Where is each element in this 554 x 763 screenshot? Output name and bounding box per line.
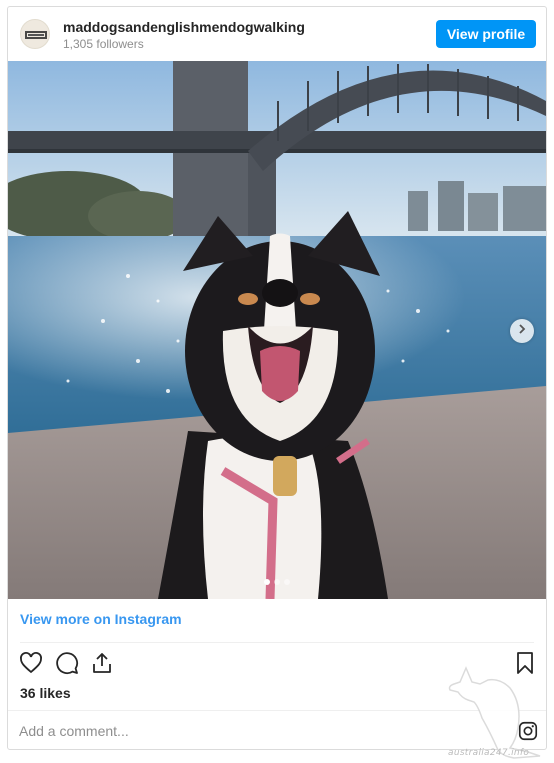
carousel-dot-active	[264, 579, 270, 585]
carousel-dot	[274, 579, 280, 585]
chevron-right-icon	[516, 322, 528, 340]
divider	[20, 642, 534, 643]
share-icon[interactable]	[88, 649, 116, 677]
comment-input[interactable]	[19, 719, 419, 743]
profile-avatar[interactable]	[20, 19, 50, 49]
view-more-link[interactable]: View more on Instagram	[20, 611, 182, 627]
comment-icon[interactable]	[53, 649, 81, 677]
post-header: maddogsandenglishmendogwalking 1,305 fol…	[8, 7, 546, 61]
carousel-next-button[interactable]	[510, 319, 534, 343]
heart-icon[interactable]	[17, 649, 45, 677]
carousel-indicator	[264, 579, 290, 585]
like-count: 36 likes	[20, 685, 71, 701]
instagram-embed-card: maddogsandenglishmendogwalking 1,305 fol…	[7, 6, 547, 750]
carousel-dot	[284, 579, 290, 585]
dog-at-harbour-photo	[8, 61, 546, 599]
follower-count: 1,305 followers	[63, 37, 144, 51]
view-profile-button[interactable]: View profile	[436, 20, 536, 48]
post-photo[interactable]	[8, 61, 546, 599]
watermark-text: australia247.info	[448, 748, 530, 758]
profile-username[interactable]: maddogsandenglishmendogwalking	[63, 19, 305, 35]
